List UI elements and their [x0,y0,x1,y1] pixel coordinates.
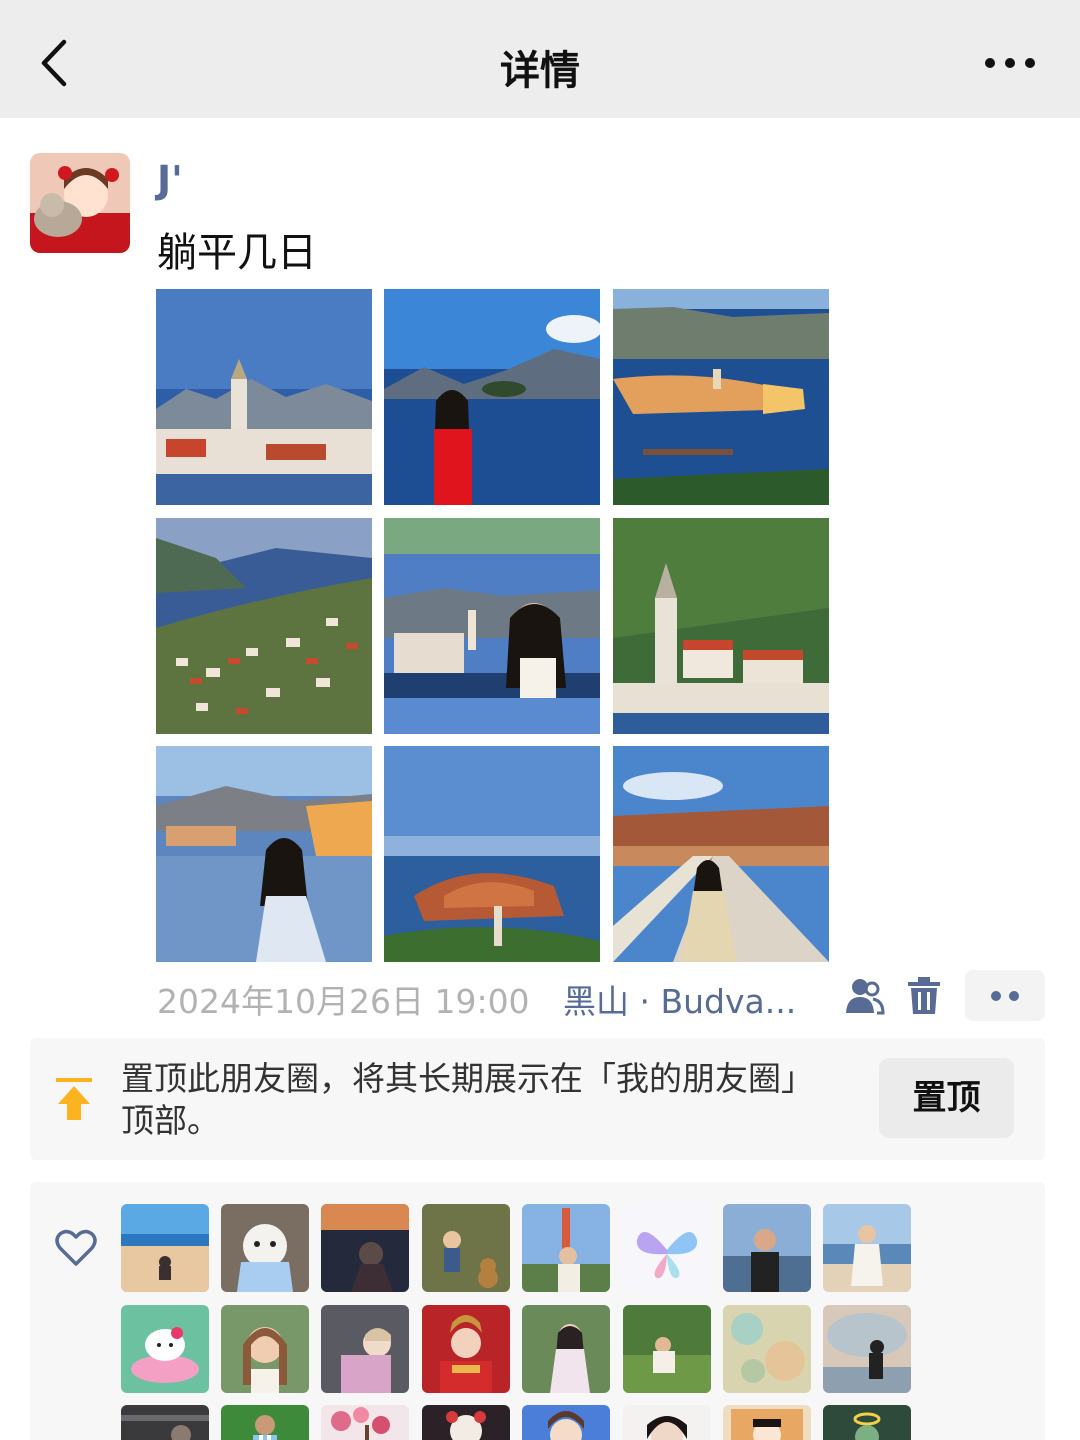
like-avatar-blossoms[interactable] [321,1405,409,1440]
pin-prompt-card: 置顶此朋友圈，将其长期展示在「我的朋友圈」顶部。 置顶 [30,1038,1045,1160]
like-avatar-anime-boy[interactable] [522,1405,610,1440]
like-avatar-grass-field[interactable] [623,1305,711,1393]
woman-on-causeway-photo[interactable] [613,746,829,962]
pin-to-top-icon [56,1078,92,1122]
woman-red-dress-bay-photo[interactable] [384,289,600,505]
like-avatar-woman-portrait[interactable] [623,1405,711,1440]
more-horizontal-icon [985,58,1035,68]
sveti-stefan-island-photo[interactable] [384,746,600,962]
like-avatar-cloud-silhouette[interactable] [823,1305,911,1393]
like-avatar-child-teddy[interactable] [422,1204,510,1292]
post-text: 躺平几日 [157,230,317,276]
like-avatar-hello-kitty[interactable] [121,1305,209,1393]
like-avatar-toy[interactable] [422,1405,510,1440]
like-avatar-painting[interactable] [723,1305,811,1393]
visibility-friends-icon[interactable] [843,975,885,1017]
like-avatar-puppy[interactable] [221,1204,309,1292]
post-location[interactable]: 黑山 · Budva... [563,975,796,1023]
two-dots-icon [991,991,1019,1001]
woman-sunglasses-selfie-photo[interactable] [384,518,600,734]
like-avatar-woman-beach[interactable] [823,1204,911,1292]
photo-grid [156,289,829,962]
heart-outline-icon [54,1228,98,1268]
page-title: 详情 [500,48,580,94]
like-avatar-cartoon[interactable] [723,1405,811,1440]
like-avatar-butterfly[interactable] [623,1204,711,1292]
like-avatar-football[interactable] [221,1405,309,1440]
perast-bell-tower-photo[interactable] [613,518,829,734]
like-avatar-city-tower[interactable] [522,1204,610,1292]
woman-sitting-by-sea-photo[interactable] [156,746,372,962]
pin-button[interactable]: 置顶 [879,1058,1014,1138]
delete-trash-icon[interactable] [906,976,942,1016]
like-avatar-baby-car[interactable] [321,1305,409,1393]
like-avatar-sunset[interactable] [321,1204,409,1292]
like-avatar-girl-smile[interactable] [221,1305,309,1393]
nav-bar: 详情 [0,0,1080,118]
comment-more-button[interactable] [965,970,1045,1021]
more-button[interactable] [980,36,1040,86]
likes-card [30,1182,1045,1440]
kotor-bay-village-photo[interactable] [156,518,372,734]
author-avatar[interactable] [30,153,130,253]
perast-church-tower-photo[interactable] [156,289,372,505]
like-avatar-green[interactable] [823,1405,911,1440]
post-time: 2024年10月26日 19:00 [157,982,530,1021]
like-avatar-bride[interactable] [422,1305,510,1393]
author-name[interactable]: J' [157,158,183,202]
like-avatar-dark-city[interactable] [121,1405,209,1440]
like-avatar-beach[interactable] [121,1204,209,1292]
like-avatar-man-lake[interactable] [723,1204,811,1292]
budva-old-town-aerial-photo[interactable] [613,289,829,505]
like-avatar-woman-plants[interactable] [522,1305,610,1393]
pin-prompt-text: 置顶此朋友圈，将其长期展示在「我的朋友圈」顶部。 [121,1059,814,1140]
